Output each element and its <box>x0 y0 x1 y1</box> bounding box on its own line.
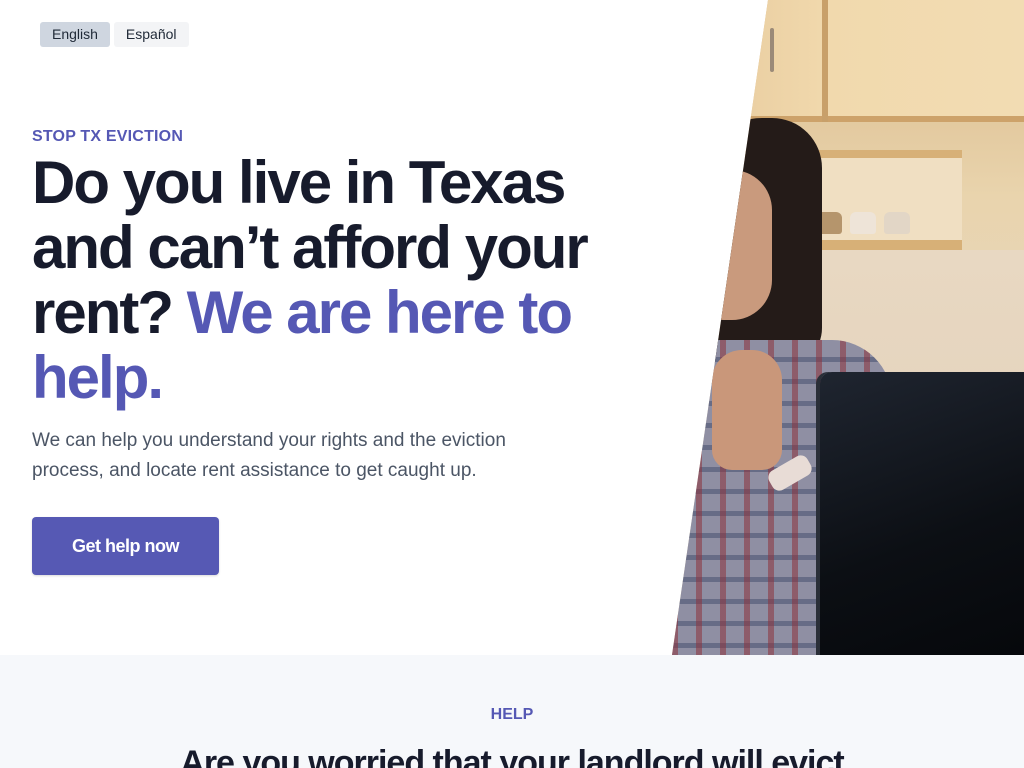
get-help-button[interactable]: Get help now <box>32 517 219 575</box>
hero-subtext: We can help you understand your rights a… <box>32 430 506 481</box>
language-switcher: English Español <box>40 22 189 47</box>
hero-eyebrow: STOP TX EVICTION <box>32 128 184 145</box>
hero-section: English Español STOP TX EVICTION Do you … <box>0 0 1024 655</box>
help-section-label: HELP <box>490 706 534 723</box>
hero-photo <box>672 0 1024 655</box>
language-english-button[interactable]: English <box>40 22 110 47</box>
photo-cabinet <box>672 0 1024 122</box>
hero-headline: Do you live in Texas and can’t afford yo… <box>32 150 672 410</box>
help-section-title: Are you worried that your landlord will … <box>180 744 844 768</box>
language-spanish-button[interactable]: Español <box>113 22 189 47</box>
photo-monitor <box>820 372 1024 655</box>
help-section: HELP Are you worried that your landlord … <box>0 655 1024 768</box>
